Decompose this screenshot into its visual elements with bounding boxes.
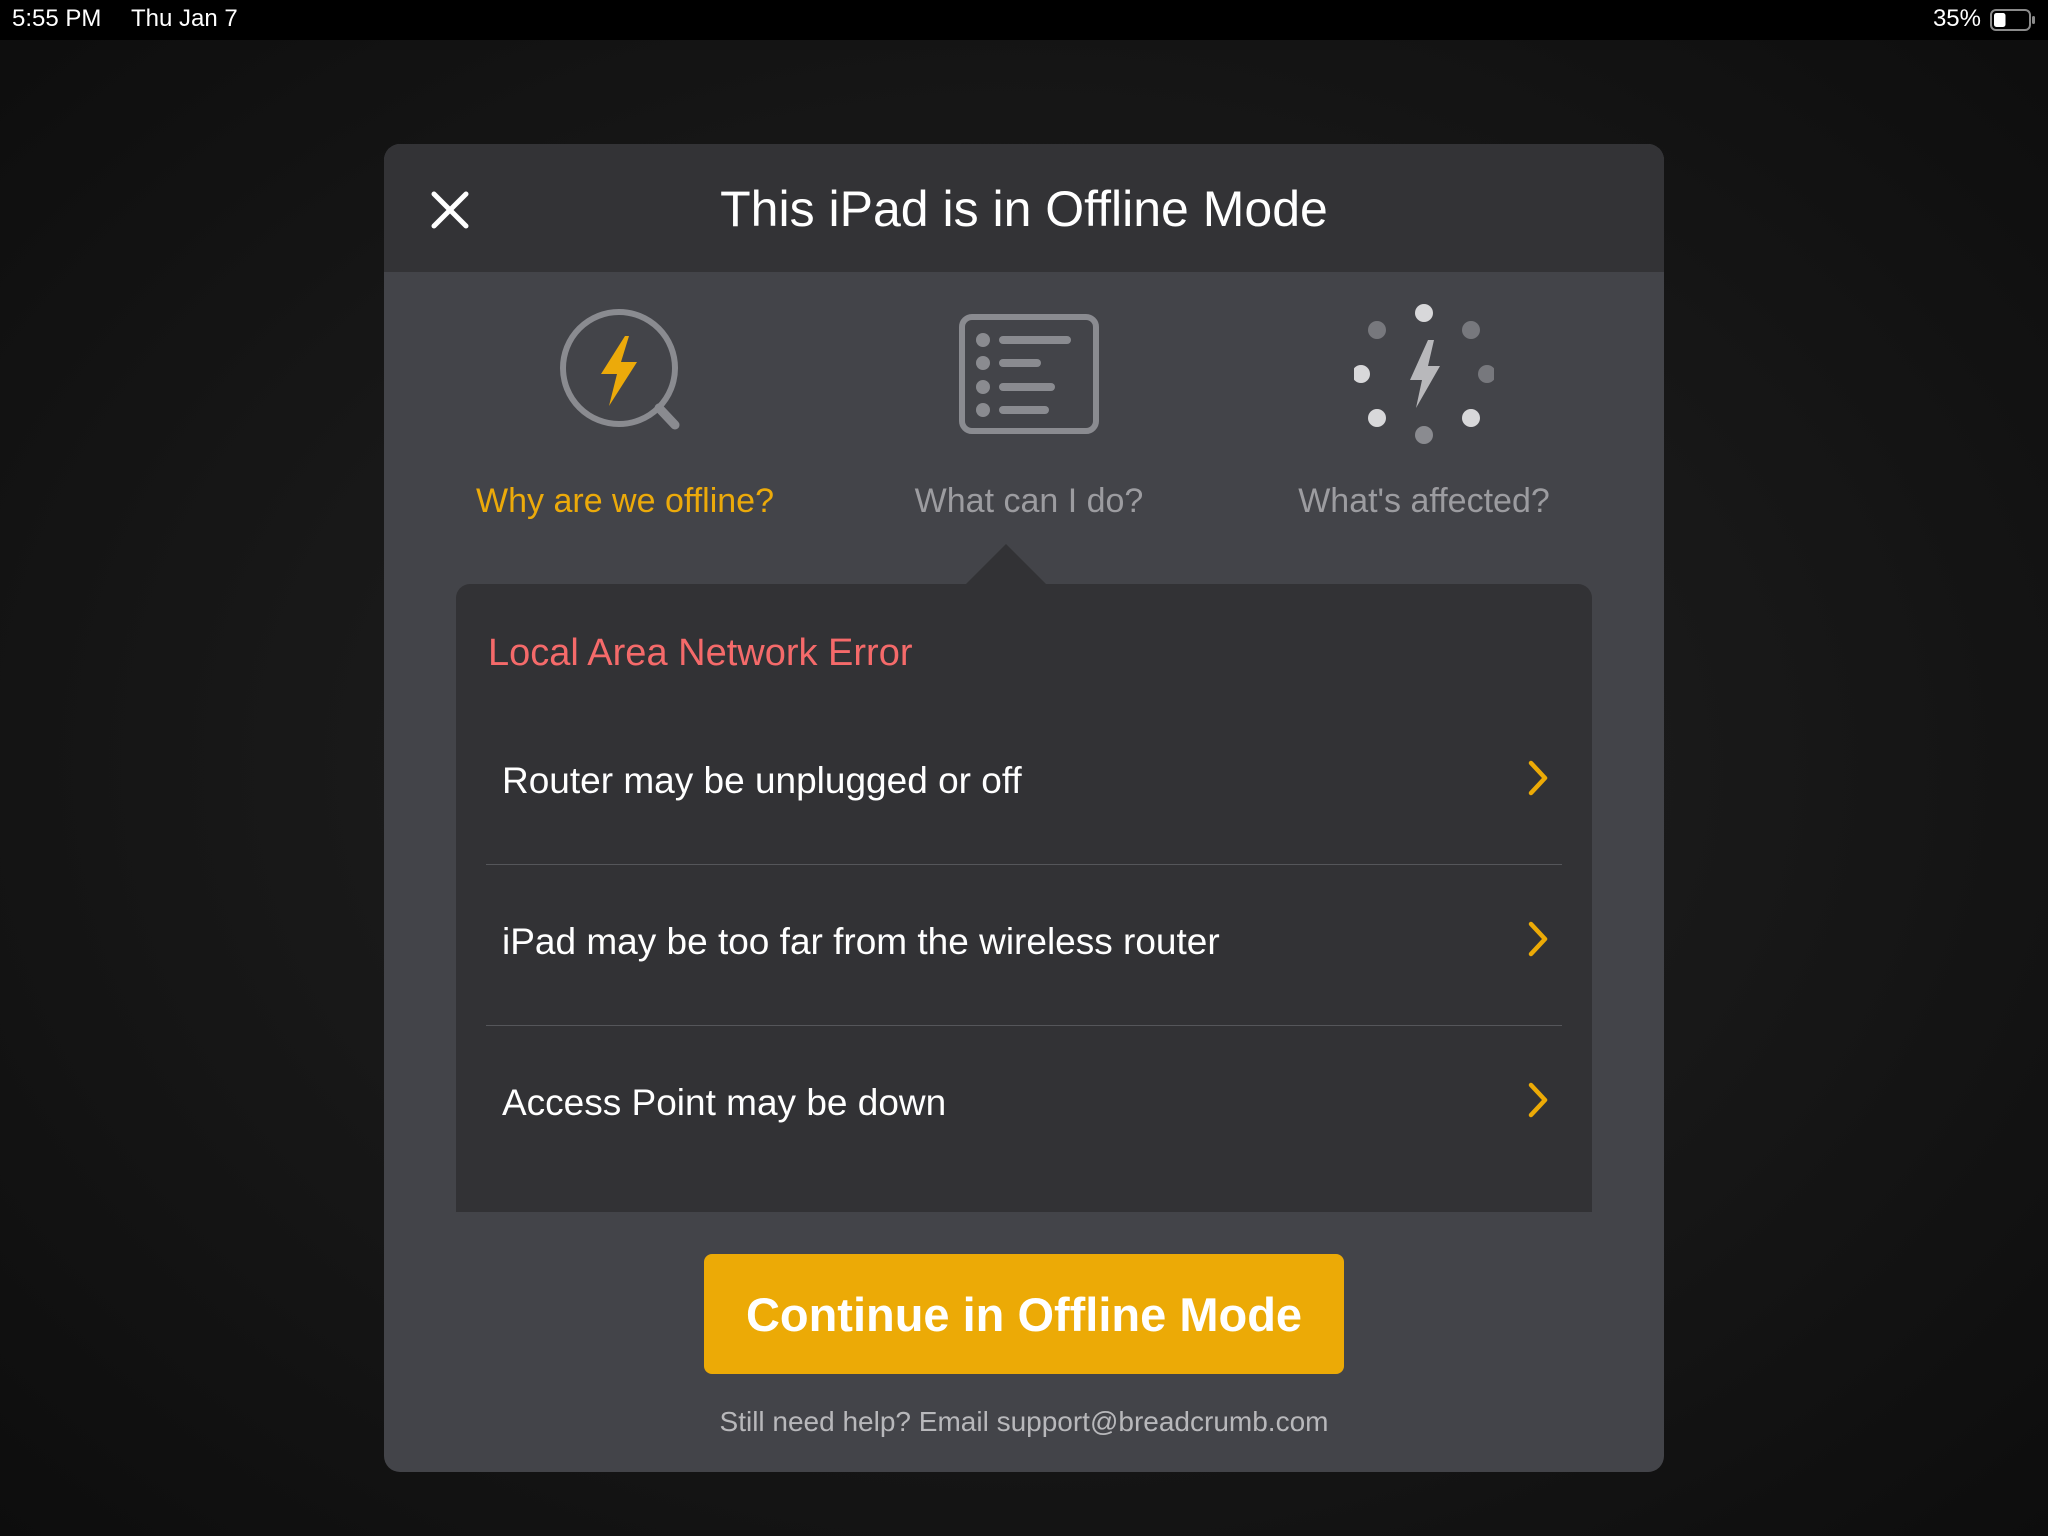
- lightning-spinner-icon: [1354, 304, 1494, 444]
- chevron-right-icon: [1528, 760, 1548, 796]
- battery-fill: [1994, 13, 2006, 27]
- tab-why-offline[interactable]: Why are we offline?: [425, 304, 825, 564]
- tab-what-can-i-do[interactable]: What can I do?: [829, 304, 1229, 564]
- reason-label: Access Point may be down: [502, 1082, 947, 1123]
- chevron-right-icon: [1528, 1082, 1548, 1118]
- tab-label: What can I do?: [914, 482, 1144, 520]
- tab-label: Why are we offline?: [476, 482, 774, 520]
- status-date: Thu Jan 7: [131, 5, 238, 32]
- continue-offline-label: Continue in Offline Mode: [745, 1287, 1303, 1341]
- continue-offline-button[interactable]: Continue in Offline Mode: [704, 1254, 1344, 1374]
- lightning-magnifier-icon: [560, 309, 680, 430]
- reason-row-router-unplugged[interactable]: Router may be unplugged or off: [486, 704, 1562, 865]
- tab-whats-affected[interactable]: What's affected?: [1224, 304, 1624, 564]
- checklist-icon: [959, 314, 1099, 434]
- reason-label: iPad may be too far from the wireless ro…: [502, 921, 1220, 962]
- reason-row-access-point-down[interactable]: Access Point may be down: [486, 1026, 1562, 1186]
- offline-mode-modal: This iPad is in Offline Mode Why are we …: [384, 144, 1664, 1472]
- tab-label: What's affected?: [1298, 482, 1550, 520]
- chevron-right-icon: [1528, 921, 1548, 957]
- modal-header: This iPad is in Offline Mode: [384, 144, 1664, 272]
- status-time: 5:55 PM: [12, 5, 102, 32]
- reason-row-too-far-from-router[interactable]: iPad may be too far from the wireless ro…: [486, 865, 1562, 1026]
- support-help-text: Still need help? Email support@breadcrum…: [719, 1406, 1329, 1437]
- error-title: Local Area Network Error: [488, 632, 913, 674]
- reason-label: Router may be unplugged or off: [502, 760, 1022, 801]
- reasons-panel: Local Area Network Error Router may be u…: [456, 584, 1592, 1212]
- status-bar: 5:55 PM Thu Jan 7 35%: [0, 0, 2048, 40]
- battery-percentage: 35%: [1932, 5, 1981, 32]
- battery-icon: [1990, 9, 2035, 31]
- modal-title: This iPad is in Offline Mode: [720, 181, 1328, 237]
- active-tab-pointer: [966, 544, 1046, 584]
